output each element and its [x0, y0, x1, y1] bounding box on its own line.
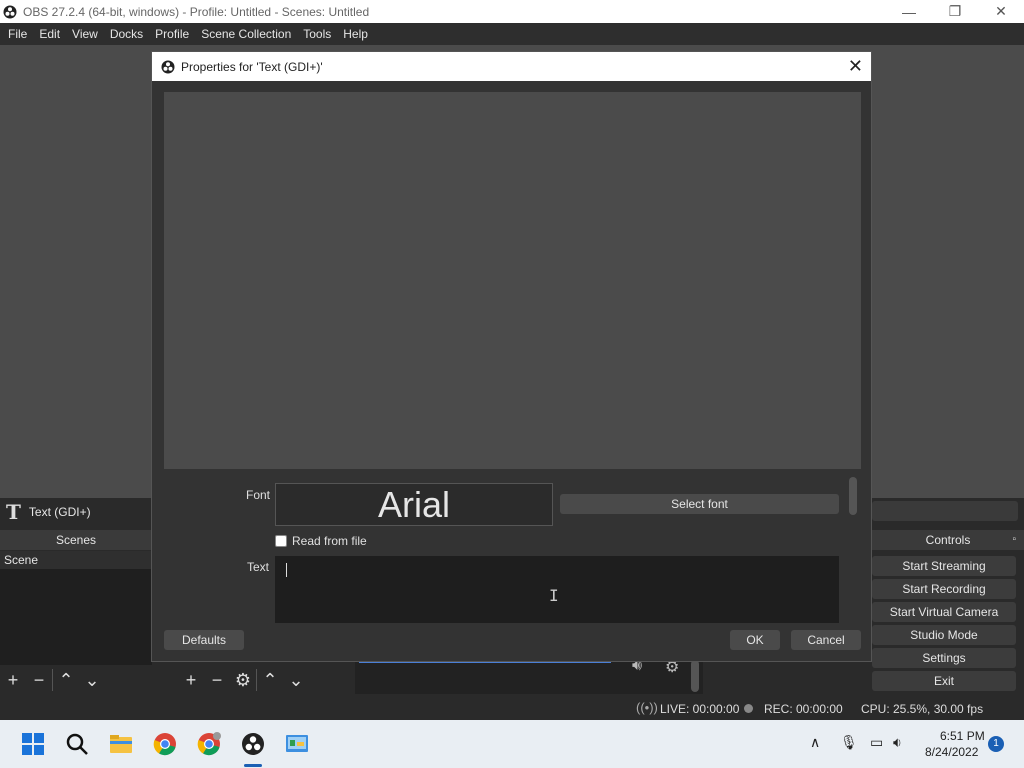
clock-time[interactable]: 6:51 PM [940, 729, 985, 743]
start-virtual-camera-button[interactable]: Start Virtual Camera [872, 602, 1016, 622]
menu-bar: File Edit View Docks Profile Scene Colle… [0, 23, 1024, 45]
obs-logo-icon [3, 5, 17, 18]
start-streaming-button[interactable]: Start Streaming [872, 556, 1016, 576]
dialog-title-bar: Properties for 'Text (GDI+)' ✕ [152, 52, 871, 81]
volume-icon[interactable]: 🔉︎ [893, 734, 902, 751]
move-up-icon[interactable]: ⌃ [257, 670, 283, 691]
studio-mode-button[interactable]: Studio Mode [872, 625, 1016, 645]
remove-source-icon[interactable]: − [204, 670, 230, 691]
gear-icon[interactable]: ⚙ [230, 670, 256, 691]
minimize-button[interactable]: — [886, 0, 932, 23]
properties-dialog: Properties for 'Text (GDI+)' ✕ Font Aria… [151, 51, 872, 662]
remove-scene-icon[interactable]: − [26, 670, 52, 691]
broadcast-icon: ((•)) [636, 700, 658, 715]
clock-date[interactable]: 8/24/2022 [925, 745, 978, 759]
chrome-icon[interactable] [153, 732, 177, 756]
menu-docks[interactable]: Docks [104, 23, 149, 45]
sources-toolbar: + − ⚙ ⌃ ⌄ [178, 666, 350, 694]
select-font-button[interactable]: Select font [560, 494, 839, 514]
window-title: OBS 27.2.4 (64-bit, windows) - Profile: … [23, 4, 370, 19]
chrome-profile-icon[interactable] [197, 732, 221, 756]
chevron-up-icon[interactable]: ∧ [810, 734, 820, 751]
font-label: Font [246, 488, 271, 502]
scenes-dock-header: Scenes [0, 530, 152, 550]
settings-button[interactable]: Settings [872, 648, 1016, 668]
menu-help[interactable]: Help [337, 23, 374, 45]
rec-indicator-icon [744, 704, 753, 713]
status-bar: ((•)) LIVE: 00:00:00 REC: 00:00:00 CPU: … [0, 697, 1024, 720]
microphone-icon[interactable]: 🎙︎ [840, 734, 858, 751]
menu-profile[interactable]: Profile [149, 23, 195, 45]
file-explorer-icon[interactable] [109, 732, 133, 756]
source-properties-strip [872, 501, 1018, 521]
ok-button[interactable]: OK [730, 630, 780, 650]
text-caret [286, 563, 287, 577]
control-panel-icon[interactable] [285, 732, 309, 756]
menu-scene-collection[interactable]: Scene Collection [195, 23, 297, 45]
obs-taskbar-icon[interactable] [241, 732, 265, 756]
close-icon[interactable]: ✕ [848, 56, 863, 77]
move-down-icon[interactable]: ⌄ [283, 670, 309, 691]
read-from-file-label[interactable]: Read from file [292, 534, 367, 548]
windows-start-icon[interactable] [21, 732, 45, 756]
active-app-indicator [244, 764, 262, 767]
audio-mixer: 🔊︎ ⚙ [355, 657, 703, 694]
notification-badge[interactable]: 1 [988, 736, 1004, 752]
dock-float-icon[interactable]: ▫ [1012, 530, 1016, 550]
text-source-icon: T [6, 500, 21, 524]
menu-tools[interactable]: Tools [297, 23, 337, 45]
add-source-icon[interactable]: + [178, 670, 204, 691]
scenes-toolbar: + − ⌃ ⌄ [0, 666, 174, 694]
menu-edit[interactable]: Edit [33, 23, 66, 45]
obs-logo-icon [161, 60, 175, 73]
taskbar: ∧ 🎙︎ ▭ 🔉︎ 6:51 PM 8/24/2022 [0, 720, 1024, 768]
selected-source-name: Text (GDI+) [28, 505, 91, 519]
source-preview [164, 92, 861, 469]
menu-file[interactable]: File [2, 23, 33, 45]
cpu-status: CPU: 25.5%, 30.00 fps [861, 702, 984, 716]
menu-view[interactable]: View [66, 23, 104, 45]
defaults-button[interactable]: Defaults [164, 630, 244, 650]
add-scene-icon[interactable]: + [0, 670, 26, 691]
maximize-button[interactable]: ❐ [932, 0, 978, 23]
live-timer: LIVE: 00:00:00 [660, 702, 740, 716]
ibeam-cursor-icon: I [549, 586, 559, 605]
text-input[interactable]: I [275, 556, 839, 623]
properties-scrollbar[interactable] [849, 477, 857, 515]
font-preview: Arial [275, 483, 553, 526]
scenes-list: Scene [0, 551, 152, 665]
read-from-file-checkbox[interactable] [275, 535, 287, 547]
controls-dock-header: Controls ▫ [872, 530, 1024, 550]
search-icon[interactable] [65, 732, 89, 756]
dialog-title: Properties for 'Text (GDI+)' [181, 59, 323, 74]
read-from-file-row[interactable]: Read from file [275, 534, 367, 548]
text-label: Text [247, 560, 270, 574]
network-icon[interactable]: ▭ [870, 734, 883, 751]
move-down-icon[interactable]: ⌄ [79, 670, 105, 691]
exit-button[interactable]: Exit [872, 671, 1016, 691]
cancel-button[interactable]: Cancel [791, 630, 861, 650]
close-window-button[interactable]: ✕ [978, 0, 1024, 23]
scene-item[interactable]: Scene [0, 551, 152, 569]
start-recording-button[interactable]: Start Recording [872, 579, 1016, 599]
rec-timer: REC: 00:00:00 [764, 702, 843, 716]
mixer-scrollbar[interactable] [691, 660, 699, 692]
move-up-icon[interactable]: ⌃ [53, 670, 79, 691]
title-bar: OBS 27.2.4 (64-bit, windows) - Profile: … [0, 0, 1024, 23]
